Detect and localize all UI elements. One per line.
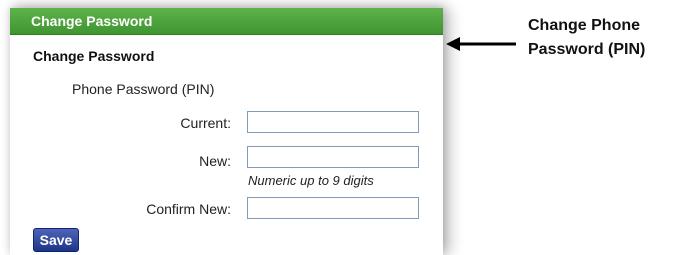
callout-line-1: Change Phone bbox=[528, 17, 641, 34]
arrow-left-icon bbox=[446, 37, 516, 51]
new-password-input[interactable] bbox=[247, 146, 419, 168]
confirm-new-label: Confirm New: bbox=[146, 201, 231, 217]
save-button[interactable]: Save bbox=[33, 228, 79, 252]
confirm-new-password-input[interactable] bbox=[247, 197, 419, 219]
new-label: New: bbox=[199, 153, 231, 169]
current-password-input[interactable] bbox=[247, 111, 419, 133]
change-password-panel: Change Password Change Password Phone Pa… bbox=[10, 8, 443, 255]
group-label: Phone Password (PIN) bbox=[72, 81, 215, 97]
panel-header-title: Change Password bbox=[31, 13, 153, 29]
section-title: Change Password bbox=[33, 48, 155, 64]
callout-line-2: Password (PIN) bbox=[528, 41, 646, 58]
panel-header: Change Password bbox=[10, 8, 443, 35]
current-label: Current: bbox=[180, 115, 231, 131]
new-password-hint: Numeric up to 9 digits bbox=[248, 173, 374, 188]
callout-annotation: Change Phone Password (PIN) bbox=[528, 14, 645, 62]
